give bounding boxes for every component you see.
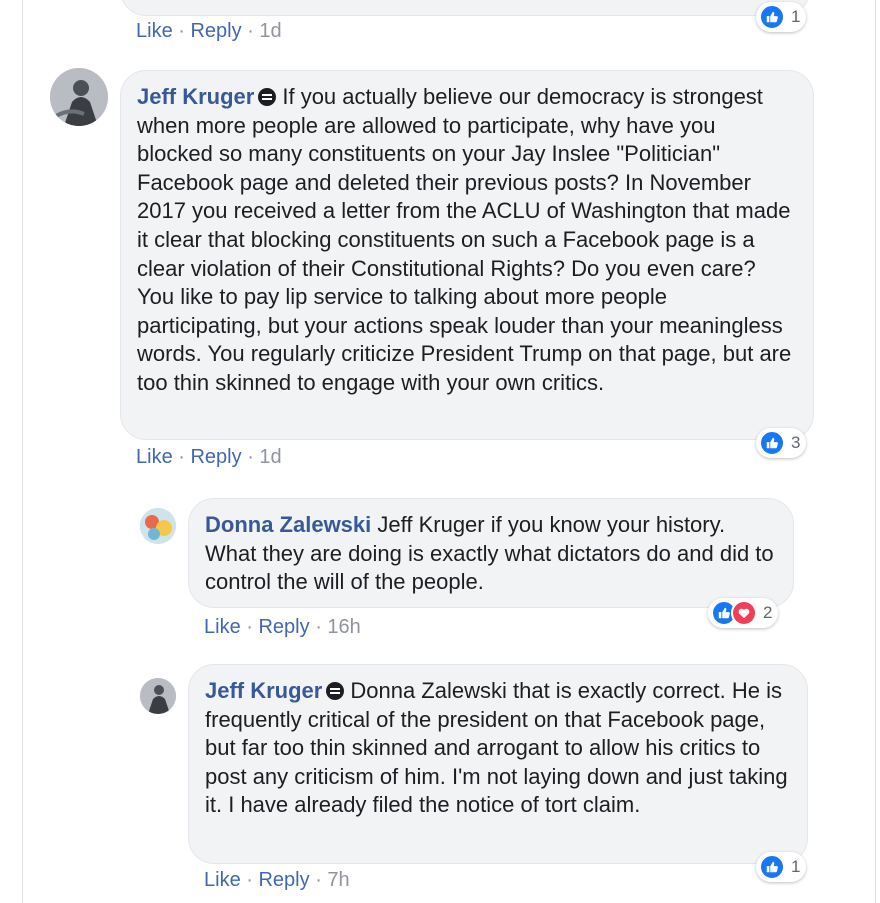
comment-text: If you actually believe our democracy is… (137, 84, 792, 395)
like-reaction-icon (759, 430, 785, 456)
timestamp[interactable]: 1d (259, 446, 281, 468)
mention[interactable]: Donna Zalewski (350, 678, 507, 703)
timestamp[interactable]: 1d (259, 20, 281, 42)
like-link[interactable]: Like (136, 20, 173, 42)
avatar[interactable] (140, 678, 176, 714)
avatar[interactable] (50, 68, 108, 126)
comment-bubble-fragment (120, 0, 810, 16)
like-link[interactable]: Like (136, 446, 173, 468)
comment-actions: Like · Reply · 7h (204, 869, 350, 891)
reply-link[interactable]: Reply (258, 869, 309, 891)
comment-actions: Like · Reply · 16h (204, 616, 361, 638)
reaction-summary[interactable]: 2 (708, 598, 779, 628)
right-border (875, 0, 876, 903)
reply-link[interactable]: Reply (258, 616, 309, 638)
reaction-count: 1 (791, 857, 801, 876)
reaction-count: 2 (763, 603, 773, 622)
like-reaction-icon (759, 854, 785, 880)
like-link[interactable]: Like (204, 616, 241, 638)
comment-bubble: Donna Zalewski Jeff Kruger if you know y… (188, 498, 794, 608)
top-fan-badge-icon (326, 682, 345, 700)
reaction-count: 3 (791, 433, 801, 452)
comment-actions: Like · Reply · 1d (136, 446, 282, 468)
left-border (22, 0, 23, 903)
mention[interactable]: Jeff Kruger (377, 512, 484, 537)
author-name[interactable]: Donna Zalewski (205, 512, 371, 537)
comment-bubble: Jeff Kruger If you actually believe our d… (120, 70, 814, 440)
like-link[interactable]: Like (204, 869, 241, 891)
top-fan-badge-icon (258, 88, 277, 106)
reaction-summary[interactable]: 1 (756, 2, 807, 32)
author-name[interactable]: Jeff Kruger (205, 678, 322, 703)
reply-link[interactable]: Reply (190, 446, 241, 468)
timestamp[interactable]: 16h (327, 616, 360, 638)
reaction-count: 1 (791, 7, 801, 26)
timestamp[interactable]: 7h (327, 869, 349, 891)
reaction-summary[interactable]: 3 (756, 428, 807, 458)
love-reaction-icon (731, 600, 757, 626)
comment-actions: Like · Reply · 1d (136, 20, 282, 42)
like-reaction-icon (759, 4, 785, 30)
author-name[interactable]: Jeff Kruger (137, 84, 254, 109)
avatar[interactable] (140, 508, 176, 544)
reply-link[interactable]: Reply (190, 20, 241, 42)
reaction-summary[interactable]: 1 (756, 852, 807, 882)
comment-bubble: Jeff Kruger Donna Zalewski that is exactl… (188, 664, 808, 864)
